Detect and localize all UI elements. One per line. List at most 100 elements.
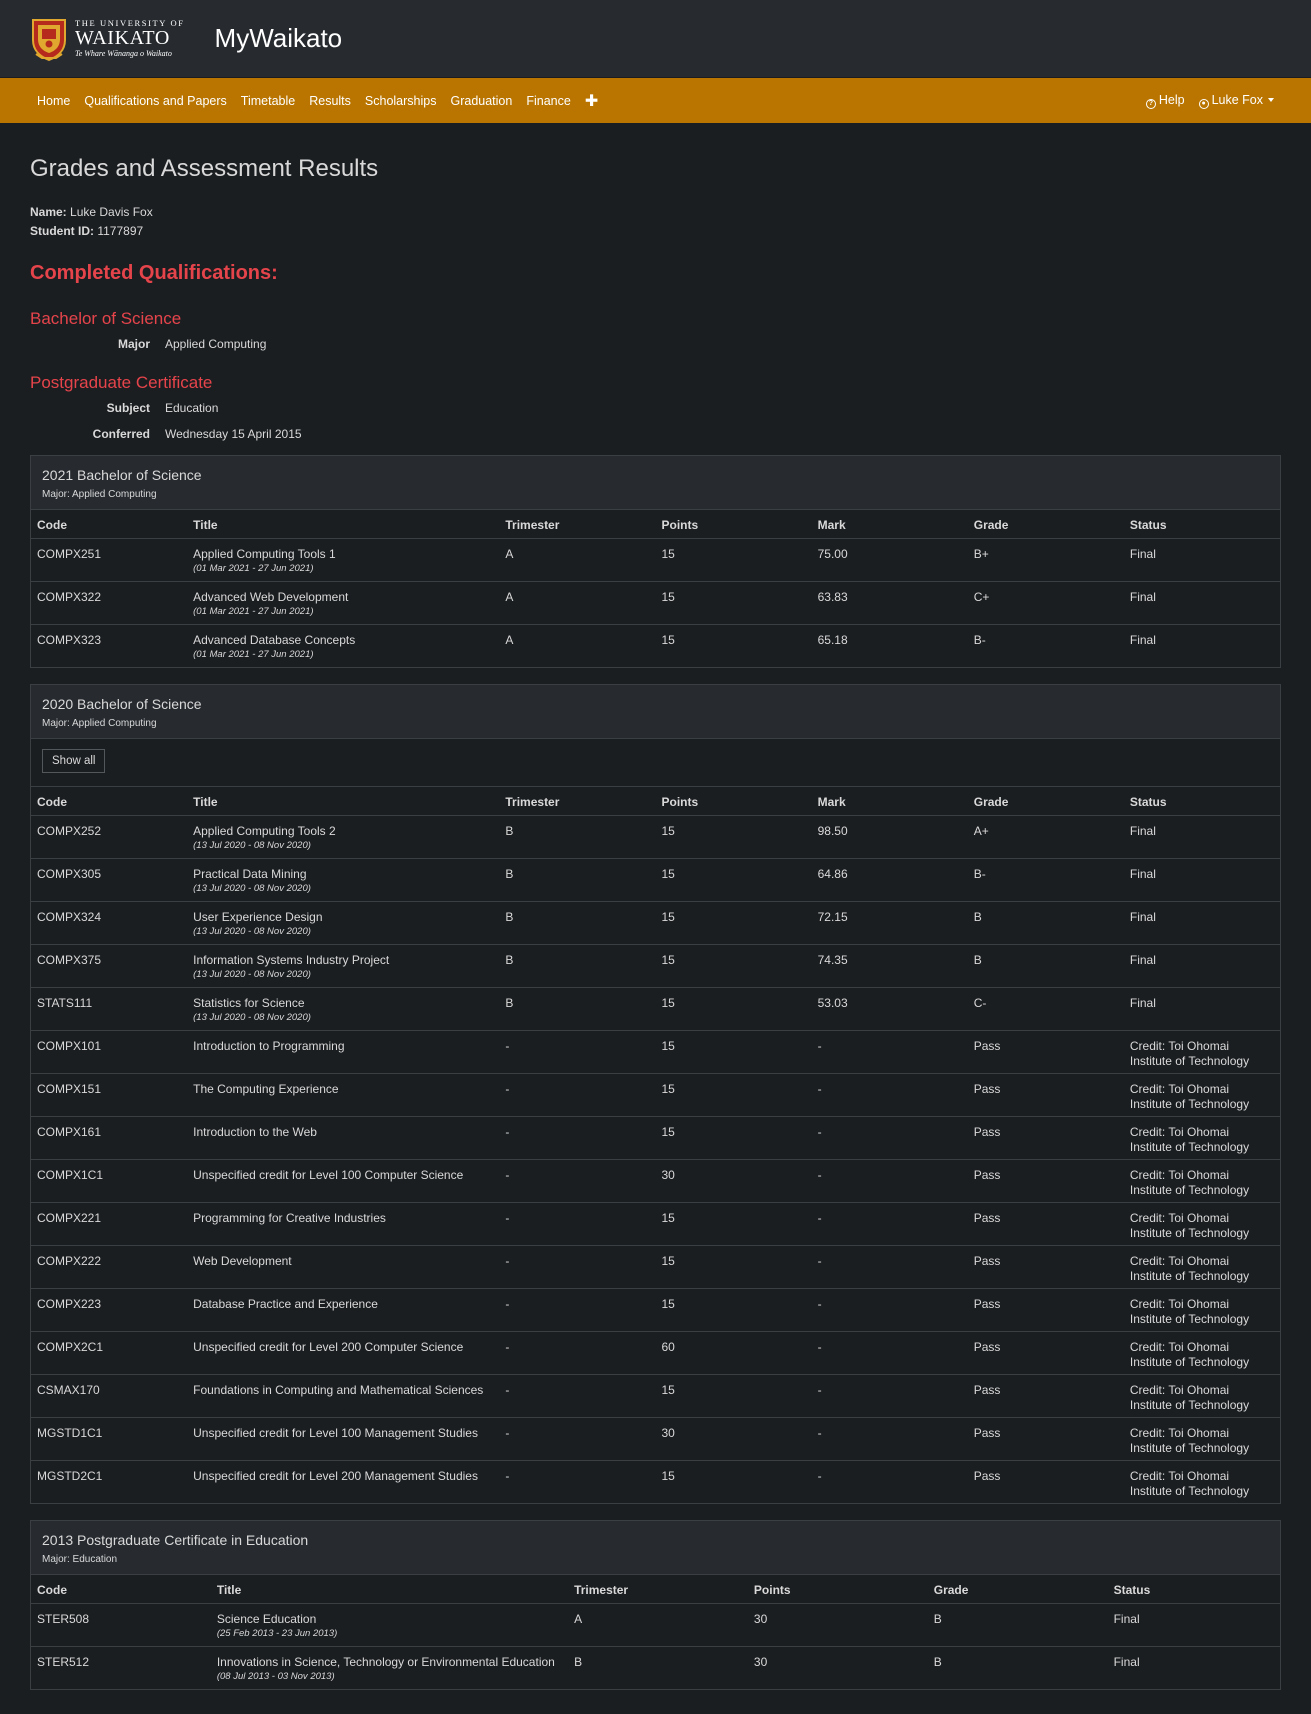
paper-title: The Computing Experience <box>193 1081 339 1096</box>
nav-results[interactable]: Results <box>302 94 358 108</box>
column-header[interactable]: Grade <box>967 787 1124 816</box>
detail-label: Major <box>117 337 150 351</box>
cell-points: 15 <box>655 1029 812 1073</box>
paper-dates: (25 Feb 2013 - 23 Jun 2013) <box>216 1627 338 1639</box>
cell-points: 30 <box>747 1645 928 1689</box>
cell-status: Final <box>1113 1611 1140 1626</box>
card-subtitle: Major: Education <box>42 1554 118 1565</box>
nav-home[interactable]: Home <box>30 94 77 108</box>
cell-points: 15 <box>655 943 812 987</box>
cell-code: MGSTD1C1 <box>31 1416 188 1460</box>
cell-trimester: - <box>499 1115 656 1159</box>
user-label: Luke Fox <box>1211 92 1263 107</box>
cell-grade: Pass <box>967 1158 1124 1202</box>
plus-icon[interactable]: ✚ <box>578 91 605 111</box>
table-row: COMPX221 Programming for Creative Industr… <box>31 1201 1280 1245</box>
nav-timetable[interactable]: Timetable <box>234 94 302 108</box>
column-header[interactable]: Code <box>31 1575 211 1604</box>
help-link[interactable]: ? Help <box>1139 93 1192 109</box>
cell-grade: Pass <box>967 1244 1124 1288</box>
column-header[interactable]: Title <box>187 510 500 539</box>
nav-scholarships[interactable]: Scholarships <box>358 94 444 108</box>
table-row: COMPX161 Introduction to the Web -15- Pass C… <box>31 1115 1280 1159</box>
table-row: COMPX305 Practical Data Mining (13 Jul 202… <box>31 857 1280 901</box>
column-header[interactable]: Points <box>655 787 812 816</box>
table-row: COMPX222 Web Development -15- Pass Credit: T… <box>31 1244 1280 1288</box>
column-header[interactable]: Trimester <box>568 1575 748 1604</box>
cell-status: Final <box>1123 986 1280 1030</box>
column-header[interactable]: Status <box>1123 787 1280 816</box>
paper-title: Unspecified credit for Level 200 Managem… <box>193 1468 478 1483</box>
cell-points: 15 <box>655 623 812 667</box>
cell-code: COMPX222 <box>31 1244 188 1288</box>
cell-mark: 74.35 <box>811 943 968 987</box>
cell-grade: Pass <box>967 1416 1124 1460</box>
cell-title: Programming for Creative Industries <box>187 1201 500 1245</box>
column-header[interactable]: Trimester <box>499 510 656 539</box>
cell-grade: Pass <box>967 1459 1124 1503</box>
cell-grade: A+ <box>973 823 989 838</box>
nav-graduation[interactable]: Graduation <box>443 94 519 108</box>
qualification-name: Bachelor of Science <box>30 309 182 328</box>
cell-title: Applied Computing Tools 1 (01 Mar 2021 - … <box>187 538 499 581</box>
column-header[interactable]: Mark <box>811 787 968 816</box>
nav-finance[interactable]: Finance <box>519 94 577 108</box>
cell-title: User Experience Design (13 Jul 2020 - 08 … <box>187 900 500 944</box>
name-value: Luke Davis Fox <box>70 205 153 219</box>
cell-points: 15 <box>655 1115 812 1159</box>
cell-title: Practical Data Mining (13 Jul 2020 - 08 N… <box>187 857 500 901</box>
nav-qualifications[interactable]: Qualifications and Papers <box>77 94 233 108</box>
column-header[interactable]: Code <box>31 787 188 816</box>
cell-status: Credit: Toi Ohomai Institute of Technolo… <box>1123 1115 1280 1159</box>
column-header[interactable]: Grade <box>967 510 1124 539</box>
cell-grade: B <box>967 943 1124 987</box>
student-info: Name: Luke Davis Fox Student ID: 1177897 <box>30 203 1281 241</box>
cell-mark: - <box>811 1416 968 1460</box>
detail-value: Education <box>165 401 219 415</box>
app-title[interactable]: MyWaikato <box>215 23 343 54</box>
column-header[interactable]: Title <box>187 787 500 816</box>
cell-code: STATS111 <box>31 986 188 1030</box>
cell-points: 60 <box>655 1330 812 1374</box>
cell-grade: B- <box>967 623 1124 667</box>
show-all-button[interactable]: Show all <box>42 749 106 773</box>
column-header[interactable]: Status <box>1107 1575 1280 1604</box>
cell-code: STER508 <box>37 1611 90 1626</box>
cell-code: COMPX324 <box>31 900 188 944</box>
cell-mark: 64.86 <box>811 857 968 901</box>
table-row: COMPX323 Advanced Database Concepts (01 Ma… <box>31 623 1280 667</box>
column-header[interactable]: Mark <box>811 510 968 539</box>
university-logo[interactable]: THE UNIVERSITY OF WAIKATO Te Whare Wānan… <box>30 16 185 62</box>
cell-title: Unspecified credit for Level 200 Managem… <box>187 1459 500 1503</box>
cell-trimester: - <box>499 1373 656 1417</box>
paper-title: Advanced Web Development <box>193 589 349 604</box>
column-header[interactable]: Status <box>1123 510 1280 539</box>
table-row: COMPX375 Information Systems Industry Pro… <box>31 943 1280 987</box>
column-header[interactable]: Trimester <box>499 787 656 816</box>
cell-status: Final <box>1129 546 1156 561</box>
paper-dates: (01 Mar 2021 - 27 Jun 2021) <box>193 562 314 574</box>
column-header[interactable]: Code <box>31 510 188 539</box>
detail-value: Applied Computing <box>165 337 267 351</box>
table-row: MGSTD1C1 Unspecified credit for Level 100… <box>31 1416 1280 1460</box>
cell-trimester: - <box>499 1201 656 1245</box>
cell-status: Final <box>1123 900 1280 944</box>
cell-points: 30 <box>655 1158 812 1202</box>
cell-title: Unspecified credit for Level 100 Compute… <box>187 1158 500 1202</box>
cell-status: Credit: Toi Ohomai Institute of Technolo… <box>1123 1416 1280 1460</box>
cell-grade: Pass <box>967 1373 1124 1417</box>
column-header[interactable]: Points <box>655 510 812 539</box>
column-header[interactable]: Grade <box>927 1575 1108 1604</box>
cell-mark: - <box>811 1287 968 1331</box>
question-circle-icon: ? <box>1145 98 1156 109</box>
results-table: Code Title Trimester Points Mark Grade Status C… <box>31 787 1280 1503</box>
paper-dates: (01 Mar 2021 - 27 Jun 2021) <box>193 648 314 660</box>
cell-mark: - <box>811 1115 968 1159</box>
column-header[interactable]: Title <box>210 1575 569 1604</box>
detail-label: Subject <box>106 401 150 415</box>
cell-status: Final <box>1107 1645 1280 1689</box>
cell-code: COMPX151 <box>31 1072 188 1116</box>
column-header[interactable]: Points <box>747 1575 928 1604</box>
user-menu[interactable]: ● Luke Fox <box>1192 93 1281 109</box>
paper-title: Database Practice and Experience <box>193 1296 378 1311</box>
